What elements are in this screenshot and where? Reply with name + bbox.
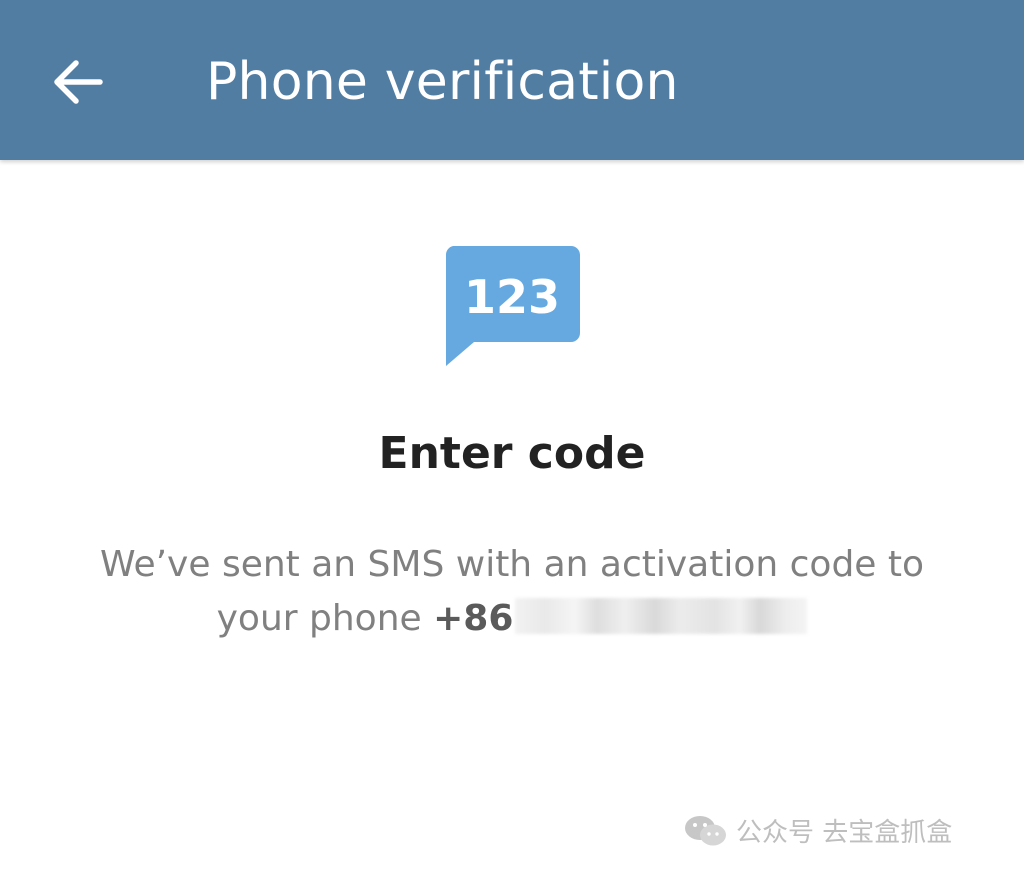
phone-country-code: +86 (433, 598, 514, 639)
arrow-left-icon (54, 60, 103, 104)
page-title: Phone verification (206, 52, 679, 112)
sms-code-icon: 123 (444, 246, 580, 370)
back-button[interactable] (36, 40, 120, 124)
watermark: 公众号 去宝盒抓盒 (684, 812, 952, 849)
description-line-2: your phone +86 (0, 592, 1024, 646)
wechat-icon (685, 815, 726, 845)
top-app-bar: Phone verification (0, 0, 1024, 160)
sms-code-digits: 123 (464, 270, 560, 324)
enter-code-heading: Enter code (378, 428, 646, 479)
description-line-1: We’ve sent an SMS with an activation cod… (99, 544, 925, 585)
masked-phone-number (515, 598, 808, 634)
description-line-2-prefix: your phone (216, 598, 422, 639)
phone-verification-screen: Phone verification 123 Enter code We’ve … (0, 0, 1024, 873)
watermark-text: 公众号 去宝盒抓盒 (736, 818, 953, 848)
sms-description: We’ve sent an SMS with an activation cod… (0, 538, 1024, 646)
